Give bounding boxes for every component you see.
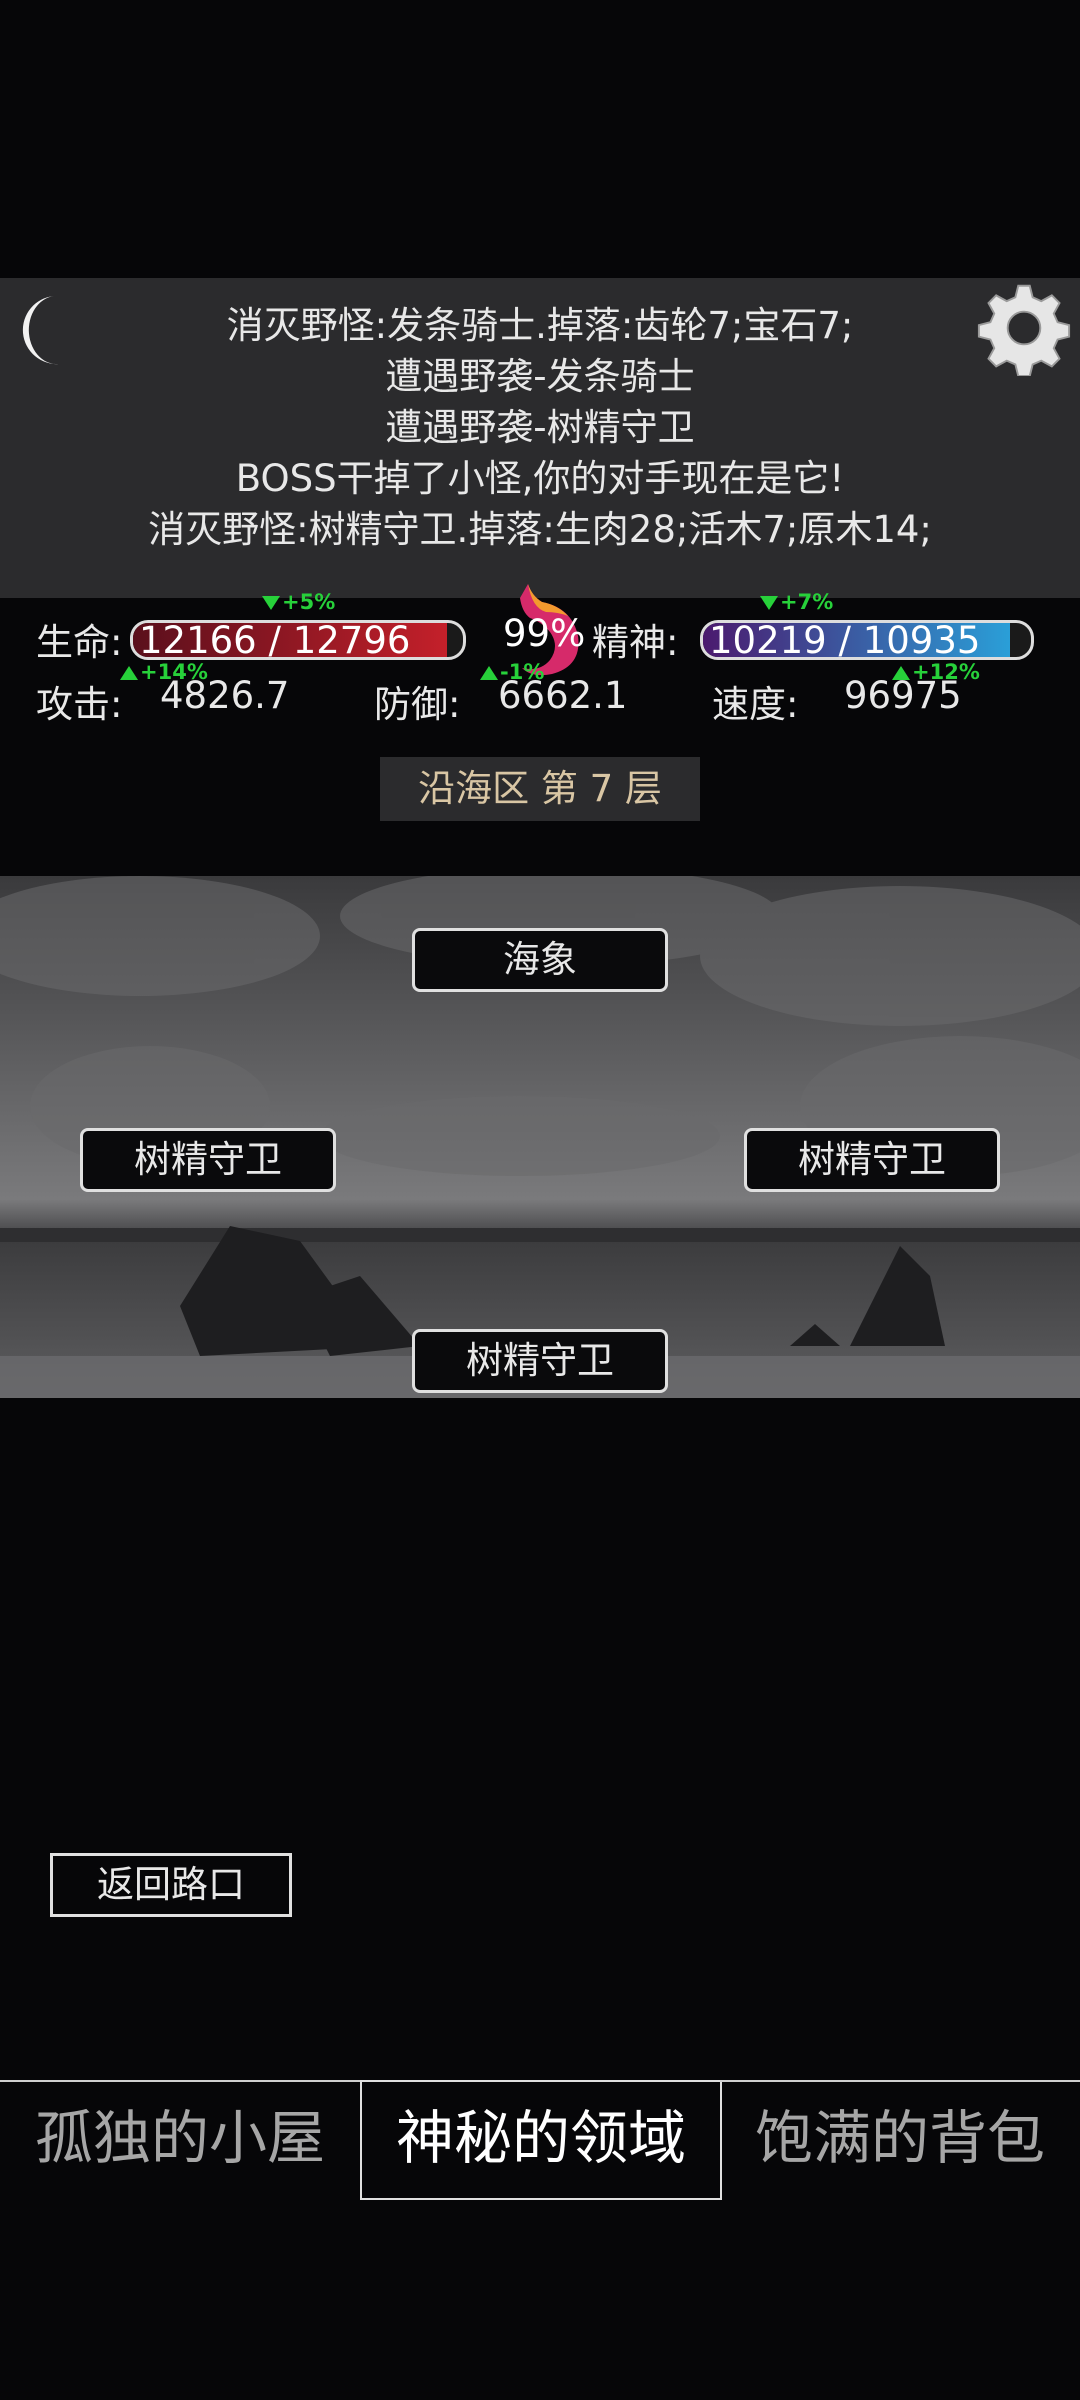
life-bar: 12166 / 12796 [130, 620, 466, 660]
log-line: 遭遇野袭-发条骑士 [385, 355, 695, 398]
defense-delta: -1% [480, 660, 544, 684]
arrow-up-icon [892, 666, 910, 680]
spirit-value: 10219 / 10935 [709, 620, 981, 660]
log-line: 消灭野怪:树精守卫.掉落:生肉28;活木7;原木14; [148, 508, 932, 551]
log-line: 消灭野怪:发条骑士.掉落:齿轮7;宝石7; [226, 304, 854, 347]
spirit-delta: +7% [760, 590, 833, 614]
spirit-bar: 10219 / 10935 [700, 620, 1034, 660]
arrow-down-icon [760, 596, 778, 610]
enemy-button-right[interactable]: 树精守卫 [744, 1128, 1000, 1192]
attack-delta: +14% [120, 660, 208, 684]
tab-full-backpack[interactable]: 饱满的背包 [720, 2080, 1080, 2200]
speed-label: 速度: [712, 683, 799, 726]
attack-label: 攻击: [36, 683, 123, 726]
tab-mysterious-domain[interactable]: 神秘的领域 [360, 2080, 722, 2200]
life-value: 12166 / 12796 [139, 620, 411, 660]
arrow-down-icon [262, 596, 280, 610]
moon-icon[interactable] [10, 292, 70, 368]
battle-log: 消灭野怪:发条骑士.掉落:齿轮7;宝石7; 遭遇野袭-发条骑士 遭遇野袭-树精守… [80, 300, 1000, 555]
return-crossroad-button[interactable]: 返回路口 [50, 1853, 292, 1917]
bottom-tab-bar: 孤独的小屋 神秘的领域 饱满的背包 [0, 2080, 1080, 2200]
spirit-label: 精神: [592, 621, 679, 664]
arrow-up-icon [120, 666, 138, 680]
life-label: 生命: [36, 621, 123, 664]
satiety-percent: 99% [503, 612, 586, 655]
log-line: BOSS干掉了小怪,你的对手现在是它! [235, 457, 845, 500]
enemy-button-bottom[interactable]: 树精守卫 [412, 1329, 668, 1393]
enemy-button-top[interactable]: 海象 [412, 928, 668, 992]
area-title: 沿海区 第 7 层 [380, 757, 700, 821]
arrow-up-icon [480, 666, 498, 680]
log-line: 遭遇野袭-树精守卫 [385, 406, 695, 449]
life-delta: +5% [262, 590, 335, 614]
enemy-button-left[interactable]: 树精守卫 [80, 1128, 336, 1192]
tab-lonely-cabin[interactable]: 孤独的小屋 [0, 2080, 360, 2200]
speed-delta: +12% [892, 660, 980, 684]
defense-label: 防御: [374, 683, 461, 726]
